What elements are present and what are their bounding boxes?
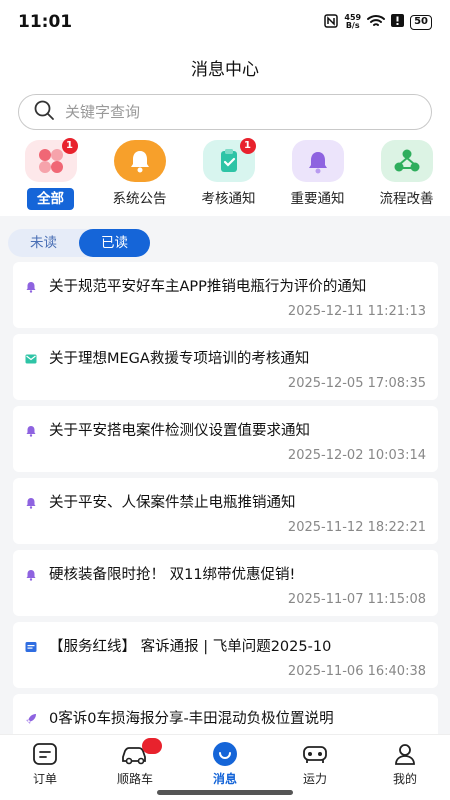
status-bar: 11:01 459 B/s 50	[0, 0, 450, 44]
message-card[interactable]: 硬核装备限时抢！ 双11绑带优惠促销! 2025-11-07 11:15:08	[13, 550, 438, 616]
bell-icon	[25, 566, 37, 581]
category-label: 重要通知	[290, 191, 345, 207]
category-process-improvement[interactable]: 流程改善	[362, 138, 450, 216]
document-icon	[25, 638, 37, 652]
toggle-read[interactable]: 已读	[79, 229, 150, 257]
tab-profile[interactable]: 我的	[360, 735, 450, 800]
message-icon	[210, 741, 240, 767]
category-tabs: 1 全部 系统公告 1 考核通知 重要通知 流程改善	[0, 138, 450, 216]
network-speed: 459 B/s	[344, 14, 361, 30]
tab-label: 订单	[32, 772, 57, 786]
wifi-icon	[367, 14, 386, 31]
search-box[interactable]	[18, 94, 432, 130]
notification-dot	[142, 738, 162, 754]
mail-icon	[25, 350, 37, 364]
apps-grid-icon: 1	[24, 138, 78, 182]
clipboard-check-icon: 1	[202, 138, 256, 182]
home-indicator[interactable]	[157, 790, 293, 795]
bell-icon	[25, 422, 37, 437]
message-title: 硬核装备限时抢！ 双11绑带优惠促销!	[49, 567, 296, 583]
tab-label: 我的	[392, 772, 417, 786]
alarm-bell-icon	[291, 140, 344, 182]
message-time: 2025-12-05 17:08:35	[287, 376, 426, 391]
battery-indicator: 50	[410, 14, 432, 30]
share-nodes-icon	[380, 140, 433, 182]
message-time: 2025-12-02 10:03:14	[287, 448, 426, 463]
message-list: 关于规范平安好车主APP推销电瓶行为评价的通知 2025-12-11 11:21…	[13, 262, 438, 766]
tab-label: 运力	[302, 772, 327, 786]
message-title: 0客诉0车损海报分享-丰田混动负极位置说明	[49, 711, 334, 727]
category-label: 系统公告	[112, 191, 167, 207]
message-title: 关于平安、人保案件禁止电瓶推销通知	[49, 495, 296, 511]
message-title: 关于平安搭电案件检测仪设置值要求通知	[49, 423, 310, 439]
message-card[interactable]: 关于理想MEGA救援专项培训的考核通知 2025-12-05 17:08:35	[13, 334, 438, 400]
user-icon	[390, 741, 420, 767]
bell-icon	[113, 140, 166, 182]
bell-icon	[25, 494, 37, 509]
status-icons: 459 B/s 50	[324, 14, 432, 31]
category-badge: 1	[61, 138, 78, 154]
alert-icon	[391, 14, 405, 30]
tab-label: 消息	[212, 772, 237, 786]
search-bar	[0, 90, 450, 138]
message-time: 2025-11-07 11:15:08	[287, 592, 426, 607]
status-time: 11:01	[18, 12, 73, 32]
category-assessment-notice[interactable]: 1 考核通知	[184, 138, 273, 216]
page-title: 消息中心	[191, 59, 259, 80]
message-card[interactable]: 关于规范平安好车主APP推销电瓶行为评价的通知 2025-12-11 11:21…	[13, 262, 438, 328]
message-card[interactable]: 【服务红线】 客诉通报 | 飞单问题2025-10 2025-11-06 16:…	[13, 622, 438, 688]
message-title: 【服务红线】 客诉通报 | 飞单问题2025-10	[49, 639, 332, 655]
category-important-notice[interactable]: 重要通知	[273, 138, 362, 216]
category-badge: 1	[239, 138, 256, 154]
toggle-unread[interactable]: 未读	[8, 229, 79, 257]
network-speed-unit: B/s	[345, 21, 360, 30]
message-card[interactable]: 关于平安、人保案件禁止电瓶推销通知 2025-11-12 18:22:21	[13, 478, 438, 544]
message-title: 关于理想MEGA救援专项培训的考核通知	[49, 351, 310, 367]
message-time: 2025-12-11 11:21:13	[287, 304, 426, 319]
category-label: 全部	[27, 188, 74, 210]
tab-label: 顺路车	[116, 772, 153, 786]
message-title: 关于规范平安好车主APP推销电瓶行为评价的通知	[49, 279, 367, 295]
category-all[interactable]: 1 全部	[6, 138, 95, 216]
category-system-notice[interactable]: 系统公告	[95, 138, 184, 216]
tab-orders[interactable]: 订单	[0, 735, 90, 800]
capacity-car-icon	[300, 741, 330, 767]
category-label: 流程改善	[379, 191, 434, 207]
message-time: 2025-11-06 16:40:38	[287, 664, 426, 679]
message-card[interactable]: 关于平安搭电案件检测仪设置值要求通知 2025-12-02 10:03:14	[13, 406, 438, 472]
nfc-icon	[324, 13, 339, 31]
read-status-toggle: 未读 已读	[8, 229, 150, 257]
search-input[interactable]	[65, 103, 385, 121]
rocket-icon	[25, 710, 37, 724]
message-time: 2025-11-12 18:22:21	[287, 520, 426, 535]
bell-icon	[25, 278, 37, 293]
page-header: 消息中心	[0, 44, 450, 90]
category-label: 考核通知	[201, 191, 256, 207]
order-icon	[30, 741, 60, 767]
search-icon	[33, 99, 55, 125]
